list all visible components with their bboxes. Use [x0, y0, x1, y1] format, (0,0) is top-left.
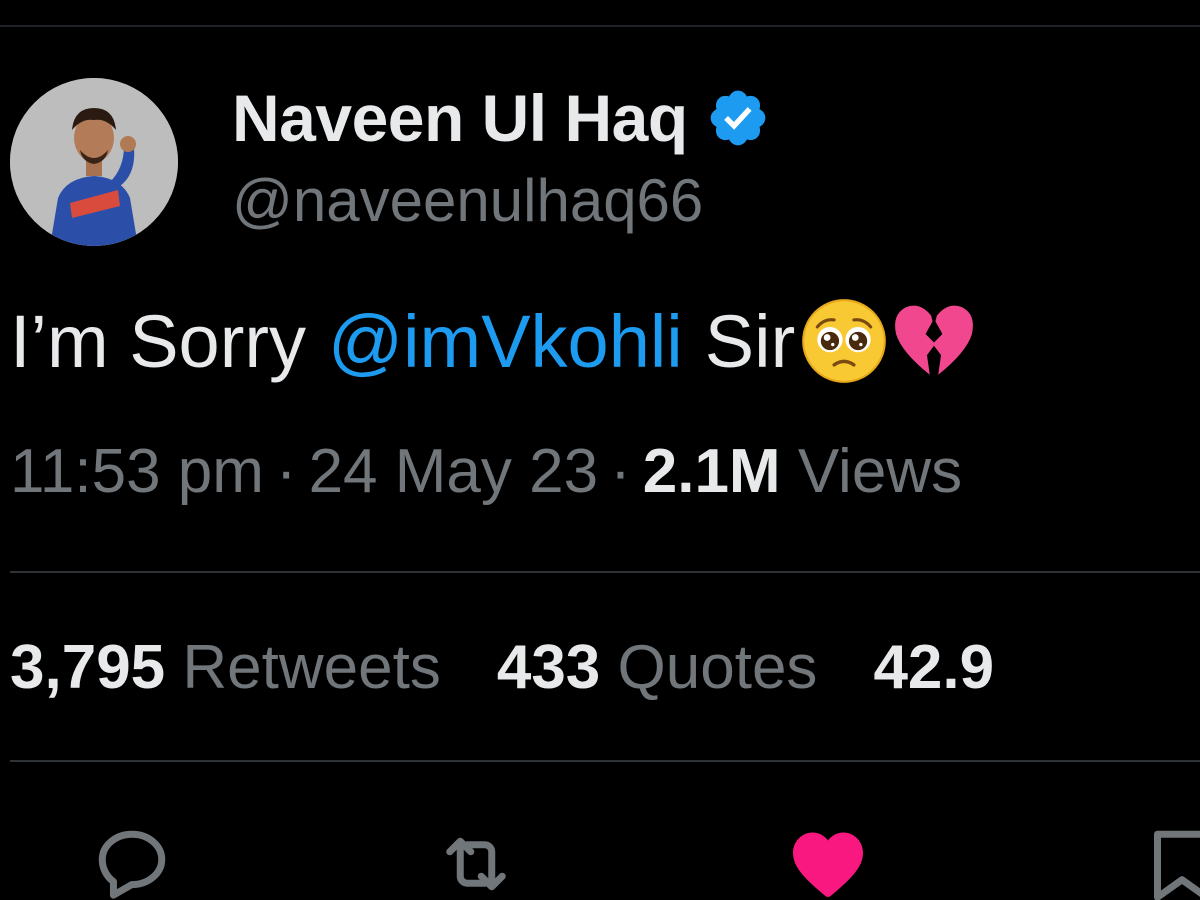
views-label: Views	[797, 437, 963, 506]
meta-separator: ·	[275, 437, 297, 506]
likes-stat[interactable]: 42.9	[873, 633, 994, 702]
reply-icon	[98, 830, 166, 899]
avatar-image	[10, 78, 178, 246]
retweet-icon	[446, 837, 506, 891]
retweets-stat[interactable]: 3,795 Retweets	[10, 633, 441, 702]
tweet-text: I’m Sorry @imVkohli Sir	[10, 296, 979, 386]
verified-badge-icon[interactable]	[706, 86, 770, 150]
stats-bottom-divider	[10, 760, 1200, 762]
tweet-detail: Naveen Ul Haq @naveenulhaq66 I’m Sorry @…	[0, 0, 1200, 900]
tweet-text-start: I’m Sorry	[10, 299, 306, 383]
retweet-button[interactable]	[434, 822, 518, 900]
engagement-stats: 3,795 Retweets 433 Quotes 42.9	[10, 632, 994, 703]
likes-count: 42.9	[873, 633, 995, 702]
reply-button[interactable]	[90, 822, 174, 900]
quotes-count: 433	[496, 633, 601, 702]
tweet-meta: 11:53 pm · 24 May 23 · 2.1M Views	[10, 436, 962, 507]
views-count: 2.1M	[642, 437, 781, 506]
author-name-row[interactable]: Naveen Ul Haq	[232, 78, 770, 158]
bookmark-button[interactable]	[1140, 822, 1200, 900]
mention-link[interactable]: @imVkohli	[328, 299, 683, 384]
like-button[interactable]	[786, 822, 870, 900]
tweet-text-end: Sir	[704, 299, 796, 383]
tweet-time[interactable]: 11:53 pm	[10, 437, 264, 506]
quotes-label: Quotes	[617, 633, 818, 702]
top-divider	[0, 25, 1200, 27]
avatar[interactable]	[10, 78, 178, 246]
tweet-date[interactable]: 24 May 23	[309, 437, 599, 506]
author-display-name[interactable]: Naveen Ul Haq	[232, 80, 688, 156]
quotes-stat[interactable]: 433 Quotes	[497, 633, 818, 702]
pleading-face-emoji	[799, 296, 889, 386]
broken-heart-emoji	[889, 296, 979, 386]
meta-separator-2: ·	[610, 437, 631, 506]
bookmark-icon	[1154, 830, 1200, 900]
stats-top-divider	[10, 571, 1200, 573]
author-handle[interactable]: @naveenulhaq66	[232, 166, 703, 235]
retweets-label: Retweets	[182, 633, 441, 702]
retweets-count: 3,795	[10, 633, 166, 702]
heart-icon	[793, 832, 863, 897]
